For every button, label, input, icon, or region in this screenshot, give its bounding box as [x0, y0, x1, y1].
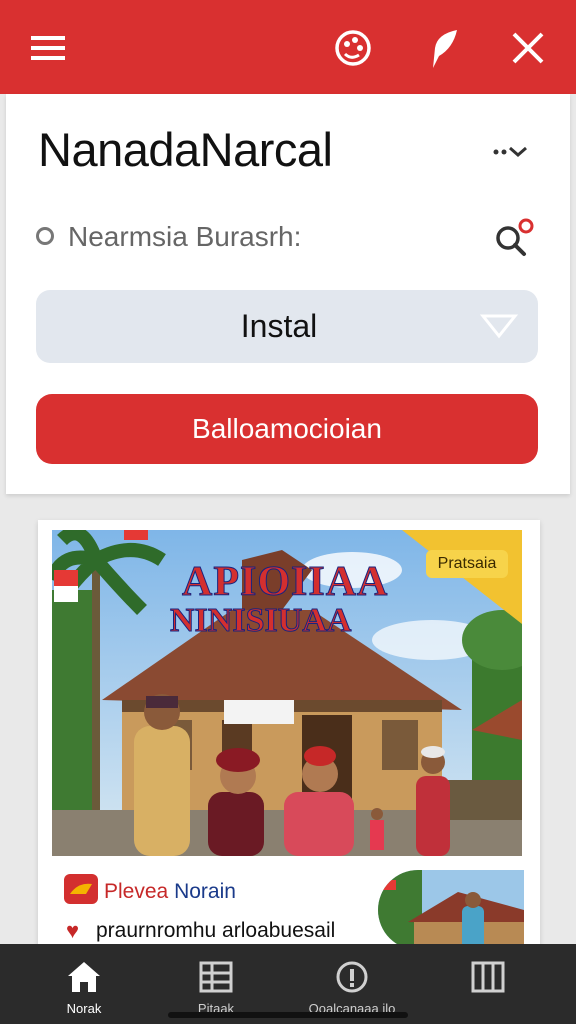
leaf-icon[interactable]: [420, 25, 466, 71]
promo-title-part1: Plevea: [104, 880, 169, 903]
nav-label: Norak: [66, 1001, 102, 1016]
nav-item-columns[interactable]: [428, 944, 548, 1024]
more-chevron-icon[interactable]: [488, 140, 538, 164]
home-indicator[interactable]: [168, 1012, 408, 1018]
banner-image[interactable]: APIOIIAA NINISIUAA Pratsaia: [45, 526, 540, 856]
palette-icon[interactable]: [330, 25, 376, 71]
banner-badge: Pratsaia: [426, 550, 508, 578]
page-title: NanadaNarcal: [38, 123, 333, 176]
dropdown-triangle-icon: [479, 312, 519, 340]
search-bar[interactable]: Nearmsia Burasrh:: [34, 218, 544, 258]
banner-subtitle: NINISIUAA: [169, 602, 352, 640]
search-input[interactable]: Nearmsia Burasrh:: [68, 221, 301, 253]
heart-icon[interactable]: ♥: [66, 918, 79, 944]
brand-logo-icon: [64, 874, 98, 904]
banner-title: APIOIIAA: [181, 559, 389, 606]
dropdown-value: Instal: [240, 308, 318, 344]
promo-title: Plevea Norain: [104, 880, 236, 904]
info-circle-icon: [334, 960, 370, 994]
main-card: NanadaNarcal Nearmsia Burasrh: Instal Ba…: [6, 94, 570, 494]
radio-dot-icon: [36, 227, 54, 245]
primary-action-button[interactable]: Balloamocioian: [36, 394, 538, 464]
install-dropdown[interactable]: Instal: [36, 290, 538, 363]
close-icon[interactable]: [505, 25, 551, 71]
hamburger-menu-icon[interactable]: [25, 25, 71, 71]
grid-icon: [198, 960, 234, 994]
feature-card[interactable]: APIOIIAA NINISIUAA Pratsaia Plevea Norai…: [38, 520, 540, 950]
search-icon[interactable]: [490, 218, 538, 258]
nav-item-home[interactable]: Norak: [24, 944, 144, 1024]
home-icon: [66, 960, 102, 994]
promo-subtitle: praurnromhu arloabuesail: [96, 919, 336, 942]
promo-row[interactable]: Plevea Norain ♥ praurnromhu arloabuesail: [38, 866, 540, 950]
top-app-bar: [0, 0, 576, 94]
promo-thumbnail[interactable]: [378, 870, 524, 950]
promo-title-part2: Norain: [174, 880, 236, 903]
columns-icon: [470, 960, 506, 994]
